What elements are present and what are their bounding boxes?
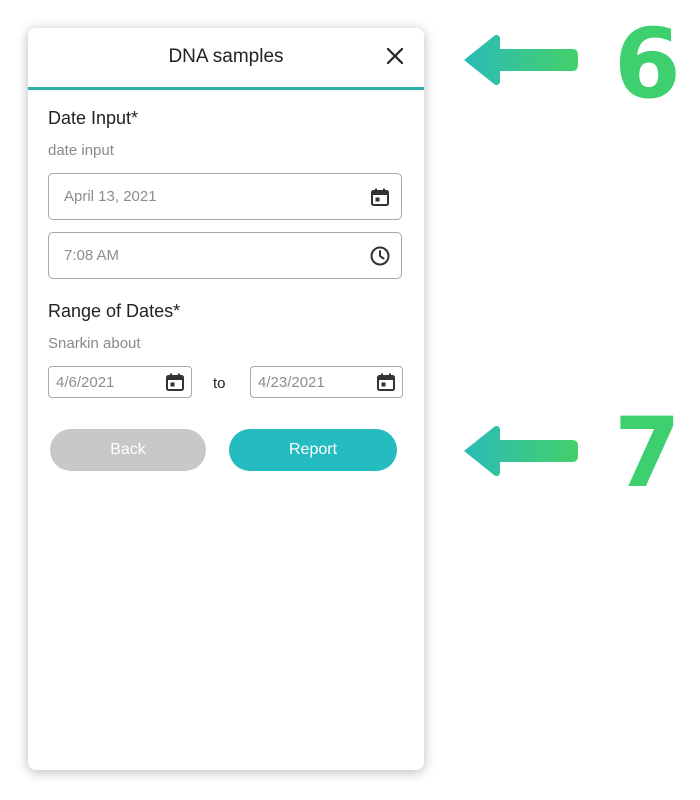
range-hint: Snarkin about bbox=[48, 335, 141, 352]
range-end-field[interactable]: 4/23/2021 bbox=[250, 366, 403, 398]
date-input-hint: date input bbox=[48, 142, 114, 159]
step-number-6: 6 bbox=[614, 8, 681, 120]
range-label: Range of Dates* bbox=[48, 301, 181, 321]
screen: DNA samples Date Input* date input April… bbox=[0, 0, 700, 800]
close-icon[interactable] bbox=[384, 45, 406, 67]
report-button[interactable]: Report bbox=[229, 429, 397, 471]
range-start-value: 4/6/2021 bbox=[56, 374, 115, 391]
range-separator: to bbox=[213, 375, 226, 392]
time-field-value: 7:08 AM bbox=[64, 247, 120, 264]
left-arrow-icon bbox=[462, 32, 580, 88]
back-button[interactable]: Back bbox=[50, 429, 206, 471]
step-number-7: 7 bbox=[614, 397, 681, 509]
calendar-icon[interactable] bbox=[369, 186, 391, 208]
date-field-value: April 13, 2021 bbox=[64, 188, 157, 205]
date-input-label: Date Input* bbox=[48, 108, 139, 128]
calendar-icon[interactable] bbox=[164, 371, 186, 393]
dialog-title: DNA samples bbox=[168, 46, 284, 67]
dialog-card: DNA samples Date Input* date input April… bbox=[28, 28, 424, 770]
clock-icon[interactable] bbox=[369, 245, 391, 267]
time-field[interactable]: 7:08 AM bbox=[48, 232, 402, 279]
calendar-icon[interactable] bbox=[375, 371, 397, 393]
range-end-value: 4/23/2021 bbox=[258, 374, 325, 391]
dialog-header: DNA samples bbox=[28, 28, 424, 90]
left-arrow-icon bbox=[462, 423, 580, 479]
date-field[interactable]: April 13, 2021 bbox=[48, 173, 402, 220]
range-start-field[interactable]: 4/6/2021 bbox=[48, 366, 192, 398]
